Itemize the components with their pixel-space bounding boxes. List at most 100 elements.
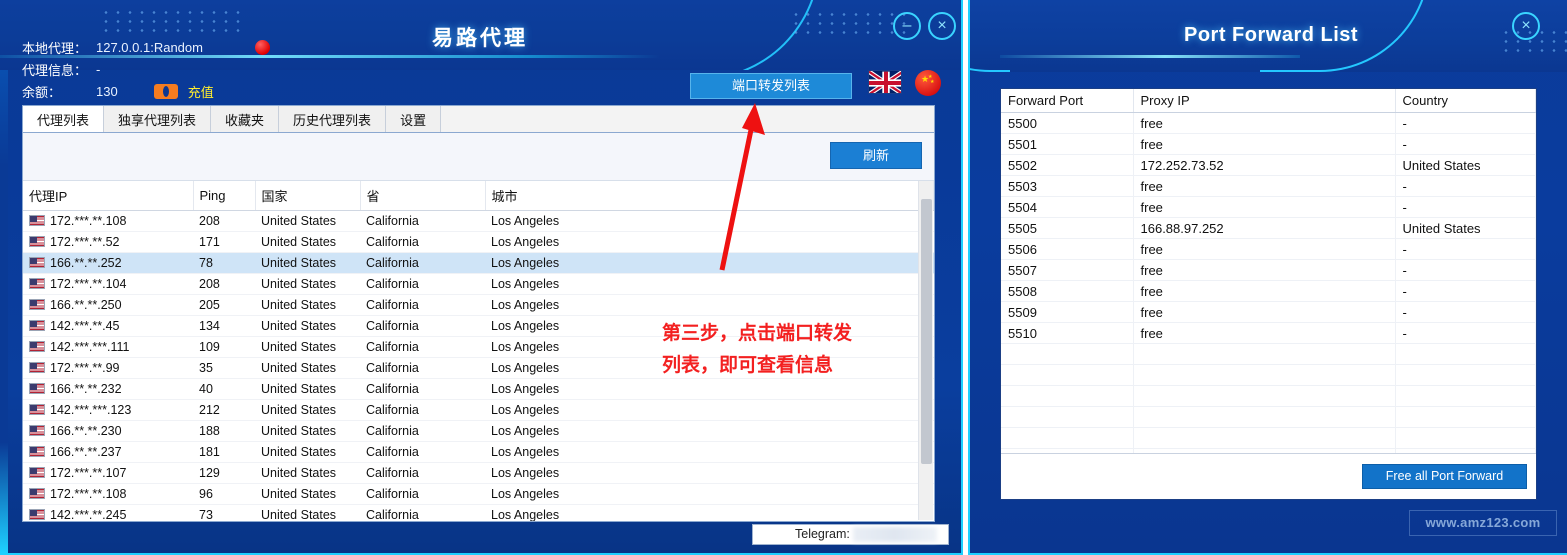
us-flag-icon [29,278,45,289]
table-row[interactable]: 172.***.**.107 129 United States California… [23,462,934,484]
cell-forward-port: 5506 [1001,238,1134,260]
proxy-info-value: - [96,61,101,77]
close-button[interactable]: × [928,12,956,40]
cell-proxy-ip: 172.***.**.108 [23,210,193,232]
col-ping[interactable]: Ping [193,181,256,211]
telegram-field[interactable]: Telegram: [752,524,949,545]
table-row[interactable] [1001,406,1536,428]
cell-proxy-ip [1133,427,1396,449]
table-row[interactable]: 142.***.***.123 212 United States Californi… [23,399,934,421]
col-forward-port[interactable]: Forward Port [1001,89,1134,113]
cell-proxy-ip [1133,385,1396,407]
cell-country: United States [255,462,360,484]
cell-ping: 129 [193,462,255,484]
cell-forward-port: 5505 [1001,217,1134,239]
cell-country: - [1395,322,1536,344]
cell-country: United States [255,294,360,316]
site-watermark: www.amz123.com [1409,510,1557,536]
telegram-value-blurred [853,527,937,542]
minimize-button[interactable]: – [893,12,921,40]
refresh-button[interactable]: 刷新 [830,142,922,169]
col-province[interactable]: 省 [360,181,486,211]
us-flag-icon [29,425,45,436]
free-all-port-forward-button[interactable]: Free all Port Forward [1362,464,1527,489]
port-forward-table: Forward Port Proxy IP Country 5500 free -5… [1001,89,1536,470]
right-close-button[interactable]: × [1512,12,1540,40]
cell-city: Los Angeles [485,420,934,442]
tab-proxy-list[interactable]: 代理列表 [23,106,105,132]
scrollbar-thumb[interactable] [921,199,932,464]
cell-proxy-ip [1133,364,1396,386]
table-row[interactable]: 172.***.**.108 96 United States California L… [23,483,934,505]
cell-province: California [360,273,485,295]
cell-proxy-ip [1133,406,1396,428]
col-country[interactable]: 国家 [255,181,361,211]
table-row[interactable]: 5509 free - [1001,301,1536,323]
cell-forward-port: 5507 [1001,259,1134,281]
table-row[interactable]: 142.***.**.245 73 United States California L… [23,504,934,521]
table-row[interactable]: 172.***.**.104 208 United States California… [23,273,934,295]
table-row[interactable]: 166.**.**.230 188 United States California L… [23,420,934,442]
table-row[interactable]: 5507 free - [1001,259,1536,281]
col-proxy-ip[interactable]: 代理IP [23,181,194,211]
cell-country: United States [255,504,360,521]
title-decor-curve [560,0,820,70]
cell-country: United States [255,315,360,337]
cell-proxy-ip: 142.***.***.111 [23,336,193,358]
us-flag-icon [29,257,45,268]
table-row[interactable]: 5510 free - [1001,322,1536,344]
cell-proxy-ip: 142.***.**.245 [23,504,193,521]
cell-city: Los Angeles [485,273,934,295]
account-info-block: 本地代理： 127.0.0.1:Random 代理信息： - 余额： 130 充… [22,36,270,102]
table-row[interactable]: 166.**.**.250 205 United States California L… [23,294,934,316]
table-row[interactable]: 5506 free - [1001,238,1536,260]
table-row[interactable]: 5504 free - [1001,196,1536,218]
cell-country: - [1395,238,1536,260]
balance-value: 130 [96,83,118,99]
port-forward-title: Port Forward List [1184,24,1359,46]
us-flag-icon [29,236,45,247]
tab-favorites[interactable]: 收藏夹 [211,106,280,132]
tab-history-proxy-list[interactable]: 历史代理列表 [279,106,387,132]
table-row[interactable]: 166.**.**.237 181 United States California L… [23,441,934,463]
cell-proxy-ip: 166.**.**.232 [23,378,193,400]
table-row[interactable]: 5502 172.252.73.52 United States [1001,154,1536,176]
cell-country: United States [255,210,360,232]
cell-province: California [360,399,485,421]
cell-province: California [360,315,485,337]
cell-forward-port: 5503 [1001,175,1134,197]
cell-forward-port: 5501 [1001,133,1134,155]
cell-city: Los Angeles [485,504,934,521]
cell-proxy-ip: free [1133,322,1396,344]
us-flag-icon [29,404,45,415]
col-proxy-ip[interactable]: Proxy IP [1133,89,1396,113]
cell-city: Los Angeles [485,441,934,463]
table-row[interactable]: 166.**.**.252 78 United States California Lo… [23,252,934,274]
table-row[interactable]: 5500 free - [1001,112,1536,134]
tab-exclusive-proxy-list[interactable]: 独享代理列表 [104,106,212,132]
table-row[interactable] [1001,364,1536,386]
table-row[interactable]: 172.***.**.52 171 United States California L… [23,231,934,253]
table-row[interactable] [1001,385,1536,407]
col-country[interactable]: Country [1395,89,1536,113]
cell-proxy-ip: free [1133,133,1396,155]
table-row[interactable]: 5503 free - [1001,175,1536,197]
tab-settings[interactable]: 设置 [386,106,442,132]
table-row[interactable]: 5508 free - [1001,280,1536,302]
recharge-link[interactable]: 充值 [188,82,214,101]
cell-proxy-ip: 172.***.**.107 [23,462,193,484]
table-row[interactable]: 5505 166.88.97.252 United States [1001,217,1536,239]
uk-flag-icon[interactable] [868,70,902,94]
cell-province: California [360,357,485,379]
table-row[interactable] [1001,427,1536,449]
us-flag-icon [29,488,45,499]
table-row[interactable]: 172.***.**.108 208 United States California… [23,210,934,232]
us-flag-icon [29,383,45,394]
table-row[interactable]: 5501 free - [1001,133,1536,155]
table-row[interactable] [1001,343,1536,365]
cn-flag-icon[interactable]: ★ ★ ★ [915,70,941,96]
local-proxy-row: 本地代理： 127.0.0.1:Random [22,36,270,58]
proxy-table-scrollbar[interactable] [918,181,933,520]
us-flag-icon [29,320,45,331]
cell-proxy-ip: 172.***.**.108 [23,483,193,505]
